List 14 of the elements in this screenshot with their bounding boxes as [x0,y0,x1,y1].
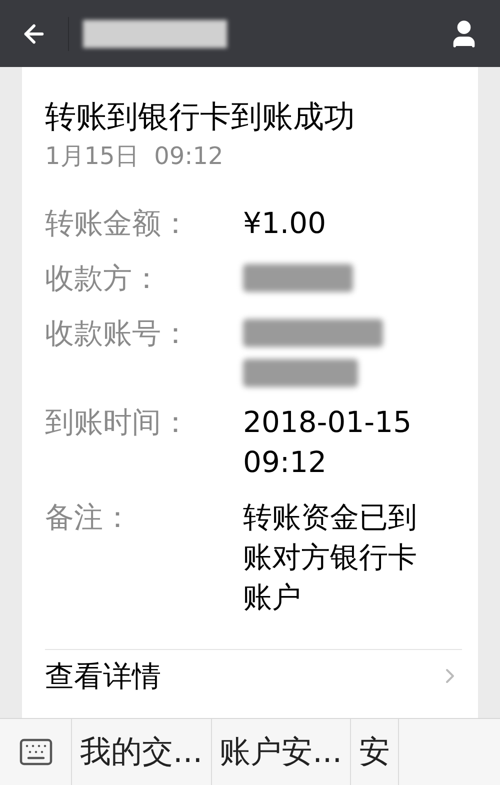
message-title: 转账到银行卡到账成功 [45,98,356,137]
field-label: 收款方： [45,260,162,297]
menu-tab[interactable]: 我的交... [72,719,212,785]
field-value: 转账资金已到账对方银行卡账户 [243,499,418,616]
field-label: 转账金额： [45,205,191,242]
field-value: ¥1.00 [243,205,328,242]
details-link[interactable]: 查看详情 [45,658,161,694]
field-label: 收款账号： [45,315,191,352]
field-label: 到账时间： [45,404,191,441]
message-date: 1月15日 09:12 [45,141,224,172]
menu-tab[interactable]: 账户安... [212,719,352,785]
menu-tab[interactable]: 安 [351,719,400,785]
field-value: 2018-01-15 09:12 [243,404,413,481]
field-label: 备注： [45,499,133,536]
